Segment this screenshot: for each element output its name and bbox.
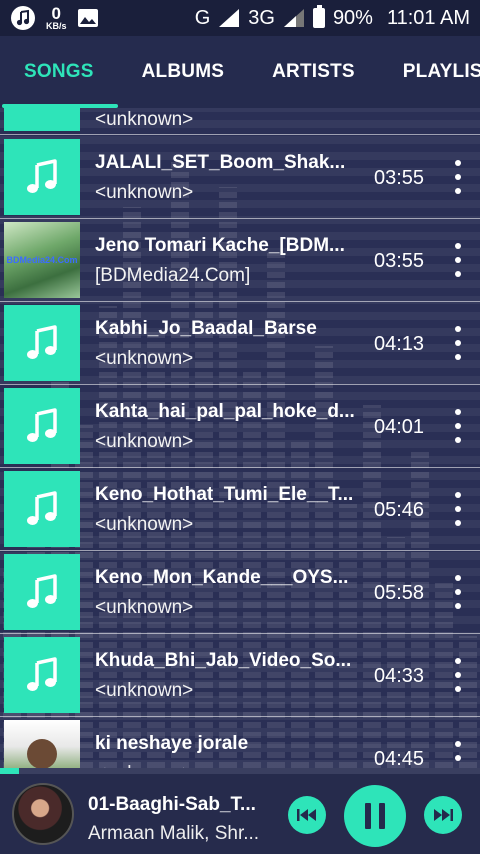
song-thumbnail: [4, 471, 80, 547]
song-duration: 04:13: [374, 333, 425, 355]
song-title: JALALI_SET_Boom_Shak...: [95, 152, 346, 173]
gallery-icon: [77, 9, 98, 27]
more-options-button[interactable]: [448, 326, 468, 360]
more-options-button[interactable]: [448, 658, 468, 692]
thumbnail-watermark: BDMedia24.Com: [6, 255, 78, 265]
pause-button[interactable]: [344, 785, 406, 847]
list-item[interactable]: Keno_Hothat_Tumi_Ele__T... <unknown> 05:46: [0, 468, 480, 551]
song-duration: 04:45: [374, 748, 425, 768]
next-icon: [434, 809, 453, 821]
now-playing-title: 01-Baaghi-Sab_T...: [88, 794, 256, 815]
signal-3g-icon: [283, 9, 304, 27]
song-thumbnail: BDMedia24.Com: [4, 222, 80, 298]
list-item[interactable]: Kahta_hai_pal_pal_hoke_d... <unknown> 04:0…: [0, 385, 480, 468]
tab-songs[interactable]: SONGS: [0, 61, 118, 83]
song-duration: 03:55: [374, 167, 425, 189]
album-art[interactable]: [12, 783, 74, 845]
more-options-button[interactable]: [448, 741, 468, 768]
song-title: Khuda_Bhi_Jab_Video_So...: [95, 650, 352, 671]
more-options-button[interactable]: [448, 492, 468, 526]
network-letter: G: [194, 6, 211, 29]
song-title: Keno_Mon_Kande___OYS...: [95, 567, 349, 588]
song-list[interactable]: <unknown> JALALI_SET_Boom_Shak... <unknow…: [0, 108, 480, 768]
previous-icon: [297, 809, 316, 821]
tab-bar: SONGS ALBUMS ARTISTS PLAYLIS: [0, 36, 480, 108]
music-note-icon: [27, 657, 57, 691]
song-artist: [BDMedia24.Com]: [95, 265, 251, 286]
more-options-button[interactable]: [448, 160, 468, 194]
pause-icon: [365, 803, 385, 829]
network-speed: 0 KB/s: [46, 4, 67, 31]
song-artist: <unknown>: [95, 182, 194, 203]
song-title: Keno_Hothat_Tumi_Ele__T...: [95, 484, 354, 505]
clock: 11:01 AM: [386, 6, 470, 29]
song-title: ki neshaye jorale: [95, 733, 249, 754]
tab-playlists[interactable]: PLAYLIS: [379, 61, 480, 83]
music-note-icon: [27, 408, 57, 442]
more-options-button[interactable]: [448, 409, 468, 443]
now-playing-bar[interactable]: 01-Baaghi-Sab_T... Armaan Malik, Shr...: [0, 774, 480, 854]
status-bar: 0 KB/s G 3G 90% 11:01 AM: [0, 0, 480, 36]
song-artist: <unknown>: [95, 431, 194, 452]
tab-albums[interactable]: ALBUMS: [118, 61, 248, 83]
battery-icon: [312, 5, 325, 28]
song-artist: <unknown>: [95, 514, 194, 535]
list-item[interactable]: Kabhi_Jo_Baadal_Barse <unknown> 04:13: [0, 302, 480, 385]
signal-icon: [219, 9, 240, 27]
thumbnail: [4, 108, 80, 131]
more-options-button[interactable]: [448, 575, 468, 609]
tab-artists[interactable]: ARTISTS: [248, 61, 379, 83]
music-note-icon: [27, 325, 57, 359]
song-thumbnail: [4, 637, 80, 713]
song-duration: 04:33: [374, 665, 425, 687]
song-thumbnail: [4, 305, 80, 381]
song-artist: <unknown>: [95, 348, 194, 369]
music-note-icon: [27, 574, 57, 608]
song-artist: <unknown>: [95, 680, 194, 701]
now-playing-artist: Armaan Malik, Shr...: [88, 823, 260, 844]
song-thumbnail: [4, 388, 80, 464]
list-item[interactable]: <unknown>: [0, 108, 480, 135]
music-app-icon: [11, 6, 35, 30]
battery-level: 90%: [332, 6, 373, 29]
list-item[interactable]: Khuda_Bhi_Jab_Video_So... <unknown> 04:33: [0, 634, 480, 717]
list-item[interactable]: JALALI_SET_Boom_Shak... <unknown> 03:55: [0, 136, 480, 219]
network-type: 3G: [248, 6, 275, 29]
song-duration: 05:46: [374, 499, 425, 521]
song-thumbnail: [4, 554, 80, 630]
song-artist: <unknown>: [95, 597, 194, 618]
song-duration: 04:01: [374, 416, 425, 438]
song-title: Jeno Tomari Kache_[BDM...: [95, 235, 345, 256]
more-options-button[interactable]: [448, 243, 468, 277]
song-thumbnail: [4, 139, 80, 215]
list-item[interactable]: Keno_Mon_Kande___OYS... <unknown> 05:58: [0, 551, 480, 634]
song-duration: 05:58: [374, 582, 425, 604]
song-thumbnail: [4, 720, 80, 768]
song-artist: <unknown>: [95, 109, 194, 130]
list-item[interactable]: ki neshaye jorale<unknown>04:45: [0, 717, 480, 768]
music-note-icon: [27, 159, 57, 193]
person-photo: [27, 739, 57, 768]
song-title: Kahta_hai_pal_pal_hoke_d...: [95, 401, 355, 422]
song-title: Kabhi_Jo_Baadal_Barse: [95, 318, 317, 339]
music-note-icon: [27, 491, 57, 525]
previous-button[interactable]: [288, 796, 326, 834]
next-button[interactable]: [424, 796, 462, 834]
song-duration: 03:55: [374, 250, 425, 272]
list-item[interactable]: BDMedia24.Com Jeno Tomari Kache_[BDM... [B…: [0, 219, 480, 302]
